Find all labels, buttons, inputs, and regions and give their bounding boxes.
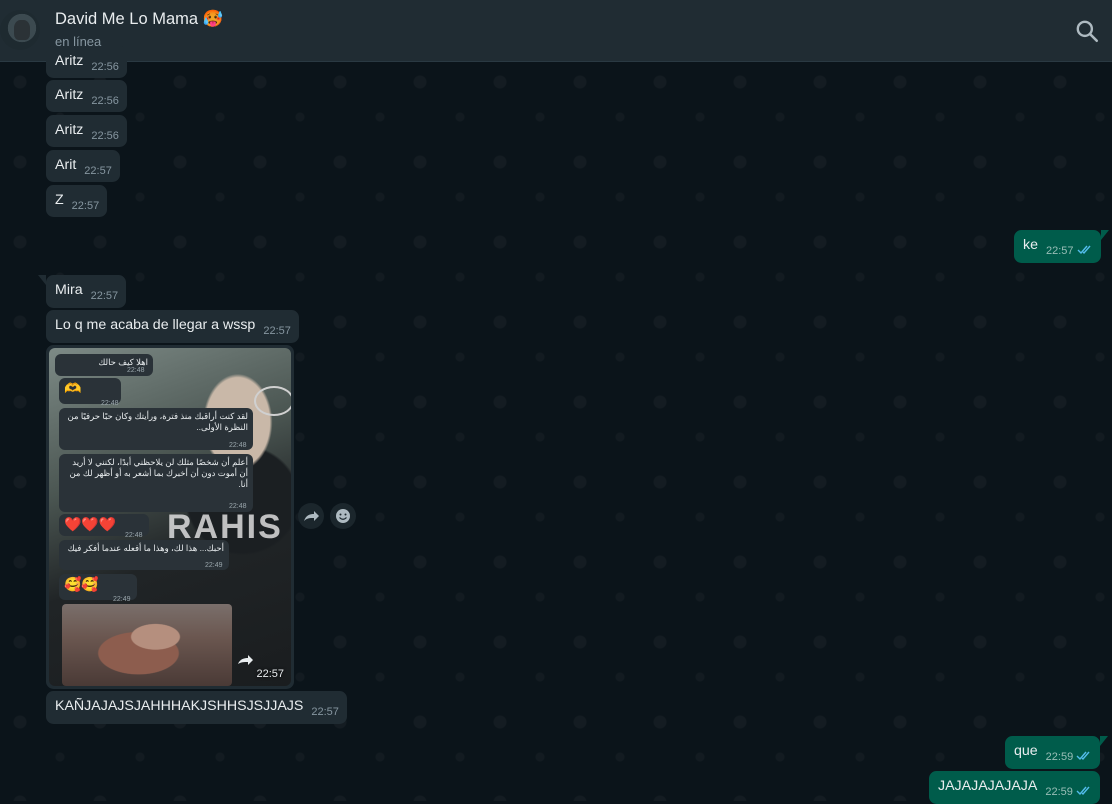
message-bubble-incoming[interactable]: Aritz 22:56 xyxy=(46,80,127,112)
inner-message: 🫶 22:48 xyxy=(59,378,121,407)
inner-message: لقد كنت أراقبك منذ فترة، ورأيتك وكان حبً… xyxy=(59,408,253,450)
inner-message-time: 22:48 xyxy=(229,503,247,510)
message-time: 22:57 xyxy=(90,290,119,302)
double-check-icon xyxy=(1076,751,1090,761)
message-text: Arit xyxy=(55,157,77,173)
inner-message: 🥰🥰 22:49 xyxy=(59,574,137,603)
inner-message-text: 🫶 xyxy=(64,380,82,396)
message-time: 22:57 xyxy=(256,668,284,680)
message-text: Z xyxy=(55,192,64,208)
message-text: Mira xyxy=(55,282,83,298)
forward-icon xyxy=(304,511,319,521)
message-text: Aritz xyxy=(55,53,84,69)
inner-message: ❤️❤️❤️ 22:48 xyxy=(59,514,149,539)
image-message[interactable]: RAHIS اهلا كيف حالك 22:48 🫶 22:48 لقد كن… xyxy=(46,345,294,689)
message-bubble-incoming[interactable]: Mira 22:57 xyxy=(38,275,127,308)
contact-name[interactable]: David Me Lo Mama 🥵 xyxy=(55,10,223,29)
inner-message-text: أحبك... هذا لك، وهذا ما أفعله عندما أفكر… xyxy=(67,543,224,553)
message-time: 22:57 xyxy=(263,325,291,337)
message-text: Aritz xyxy=(55,87,84,103)
inner-message: أحبك... هذا لك، وهذا ما أفعله عندما أفكر… xyxy=(59,540,229,570)
message-text: KAÑJAJAJSJAHHHAKJSHHSJSJJAJS xyxy=(55,698,304,714)
message-time: 22:57 xyxy=(71,200,100,212)
emoji-reaction-icon xyxy=(336,509,350,523)
bubble-tail xyxy=(38,275,46,285)
bubble-tail xyxy=(1100,736,1109,746)
inner-message: اهلا كيف حالك 22:48 xyxy=(55,354,153,376)
message-bubble-incoming[interactable]: Z 22:57 xyxy=(46,185,108,217)
inner-message-text: 🥰🥰 xyxy=(64,576,99,592)
message-bubble-incoming[interactable]: Aritz 22:56 xyxy=(46,46,127,78)
message-bubble-incoming[interactable]: Arit 22:57 xyxy=(46,150,120,182)
inner-message-text: أعلم أن شخصًا مثلك لن يلاحظني أبدًا، لكن… xyxy=(69,457,248,489)
message-time: 22:57 xyxy=(311,706,339,718)
inner-message-text: ❤️❤️❤️ xyxy=(64,516,117,532)
inner-photo xyxy=(62,604,232,686)
message-time: 22:56 xyxy=(91,130,119,142)
double-check-icon xyxy=(1076,786,1090,796)
message-text: Aritz xyxy=(55,122,84,138)
message-text: JAJAJAJAJAJA xyxy=(938,778,1038,794)
glasses-shape xyxy=(254,386,291,416)
message-bubble-incoming[interactable]: Lo q me acaba de llegar a wssp 22:57 xyxy=(46,310,299,343)
bubble-tail xyxy=(1100,230,1109,240)
message-time: 22:57 xyxy=(84,165,112,177)
inner-message-time: 22:49 xyxy=(205,562,223,569)
message-text: Lo q me acaba de llegar a wssp xyxy=(55,317,256,333)
message-text: ke xyxy=(1023,237,1038,253)
forward-icon xyxy=(238,655,253,665)
message-bubble-outgoing[interactable]: ke 22:57 xyxy=(1014,230,1109,263)
chat-header[interactable]: David Me Lo Mama 🥵 en línea xyxy=(0,0,1112,62)
message-bubble-incoming[interactable]: Aritz 22:56 xyxy=(46,115,127,147)
inner-message-time: 22:48 xyxy=(127,367,145,374)
message-text: que xyxy=(1014,743,1038,759)
message-time: 22:59 xyxy=(1045,786,1073,798)
message-bubble-outgoing[interactable]: que 22:59 xyxy=(1005,736,1109,769)
contact-avatar[interactable] xyxy=(0,10,40,50)
message-bubble-incoming[interactable]: KAÑJAJAJSJAHHHAKJSHHSJSJJAJS 22:57 xyxy=(46,691,347,724)
emoji-reaction-button[interactable] xyxy=(330,503,356,529)
message-time: 22:59 xyxy=(1045,751,1074,763)
search-icon[interactable] xyxy=(1074,18,1100,44)
inner-message-time: 22:48 xyxy=(229,442,247,449)
message-time: 22:56 xyxy=(91,95,119,107)
message-time: 22:56 xyxy=(91,61,119,73)
forward-button[interactable] xyxy=(298,503,324,529)
inner-message-text: لقد كنت أراقبك منذ فترة، ورأيتك وكان حبً… xyxy=(67,411,248,432)
message-time: 22:57 xyxy=(1045,245,1074,257)
screenshot-image[interactable]: RAHIS اهلا كيف حالك 22:48 🫶 22:48 لقد كن… xyxy=(49,348,291,686)
double-check-icon xyxy=(1077,245,1091,255)
message-bubble-outgoing[interactable]: JAJAJAJAJAJA 22:59 xyxy=(929,771,1100,804)
inner-message: أعلم أن شخصًا مثلك لن يلاحظني أبدًا، لكن… xyxy=(59,454,253,512)
